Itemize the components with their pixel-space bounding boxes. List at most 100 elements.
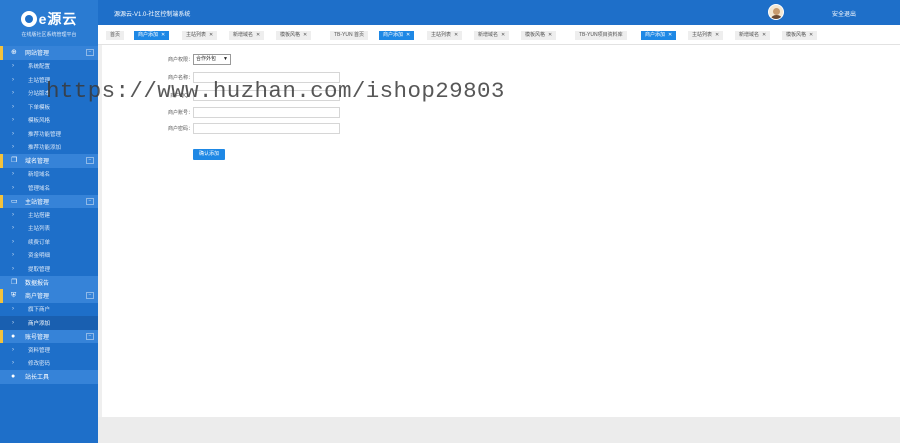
close-icon[interactable]: ✕: [548, 32, 552, 38]
sidebar-item[interactable]: › 新增域名: [0, 168, 98, 182]
tab-tbyun-library[interactable]: TB-YUN项目资料库: [575, 31, 627, 40]
user-icon: ●: [11, 373, 16, 381]
close-icon[interactable]: ✕: [762, 32, 766, 38]
chevron-right-icon: ›: [12, 265, 14, 272]
sidebar-group-merchant[interactable]: ⛨ 商户管理 −: [0, 289, 98, 303]
form-row-account: 商户账号：: [102, 107, 502, 119]
top-header: 源源云-V1.0-社区控制端系统 安全退出: [98, 0, 900, 25]
chevron-right-icon: ›: [12, 103, 14, 110]
tab-tbyun-home[interactable]: TB-YUN 首页: [330, 31, 369, 40]
close-icon[interactable]: ✕: [454, 32, 458, 38]
logout-link[interactable]: 安全退出: [832, 9, 856, 18]
permission-label: 商户权限：: [167, 57, 193, 63]
brand-slogan: 在线版社区系统管理平台: [21, 31, 77, 38]
sidebar-group-site[interactable]: ⊕ 网站管理 −: [0, 46, 98, 60]
sidebar: e源云 在线版社区系统管理平台 ⊕ 网站管理 − › 系统配置 › 主站管理 › 分站…: [0, 0, 98, 443]
close-icon[interactable]: ✕: [668, 32, 672, 38]
sidebar-item-active[interactable]: › 商户添加: [0, 316, 98, 330]
close-icon[interactable]: ✕: [209, 32, 213, 38]
permission-select[interactable]: 合作外包 ▼: [193, 54, 231, 65]
tab-merchant-add[interactable]: 商户添加 ✕: [379, 31, 415, 40]
tab-merchant-add[interactable]: 商户添加 ✕: [641, 31, 677, 40]
chevron-right-icon: ›: [12, 319, 14, 326]
tab-merchant-add[interactable]: 商户添加 ✕: [134, 31, 170, 40]
tab-home[interactable]: 首页: [106, 31, 125, 40]
sidebar-group-account[interactable]: ● 账号管理 −: [0, 329, 98, 343]
collapse-toggle-icon[interactable]: −: [86, 197, 94, 205]
close-icon[interactable]: ✕: [161, 32, 165, 38]
footer-strip: [98, 417, 900, 443]
tab-bar: 首页 商户添加 ✕ 主站列表 ✕ 新增域名 ✕ 模板风格 ✕ TB-YUN 首页 商户添…: [98, 25, 900, 45]
close-icon[interactable]: ✕: [303, 32, 307, 38]
close-icon[interactable]: ✕: [809, 32, 813, 38]
account-label: 商户账号：: [167, 110, 193, 116]
sidebar-item[interactable]: › 推荐功能添加: [0, 141, 98, 155]
sidebar-item[interactable]: › 主站列表: [0, 222, 98, 236]
tab-new-domain[interactable]: 新增域名 ✕: [474, 31, 510, 40]
merchant-account-input[interactable]: [193, 107, 340, 118]
sidebar-group-mainsite[interactable]: ▭ 主站管理 −: [0, 194, 98, 208]
close-icon[interactable]: ✕: [715, 32, 719, 38]
tab-site-list[interactable]: 主站列表 ✕: [427, 31, 463, 40]
sidebar-item[interactable]: › 主站搭建: [0, 208, 98, 222]
sidebar-item[interactable]: › 系统配置: [0, 60, 98, 74]
tab-template-style[interactable]: 模板风格 ✕: [276, 31, 312, 40]
chevron-right-icon: ›: [12, 238, 14, 245]
sidebar-item[interactable]: › 模板风格: [0, 114, 98, 128]
avatar[interactable]: [768, 4, 784, 20]
chevron-right-icon: ›: [12, 306, 14, 313]
close-icon[interactable]: ✕: [406, 32, 410, 38]
confirm-add-button[interactable]: 确认添加: [193, 149, 225, 160]
shield-icon: ⛨: [11, 292, 17, 300]
chevron-right-icon: ›: [12, 184, 14, 191]
sidebar-item[interactable]: › 旗下商户: [0, 303, 98, 317]
sidebar-group-domain[interactable]: ❐ 域名管理 −: [0, 154, 98, 168]
chevron-right-icon: ›: [12, 171, 14, 178]
brand-name: e源云: [38, 10, 78, 27]
sidebar-item[interactable]: › 续费订单: [0, 235, 98, 249]
brand-logo: e源云 在线版社区系统管理平台: [0, 0, 98, 46]
merchant-password-input[interactable]: [193, 123, 340, 134]
copy-icon: ❐: [11, 157, 18, 165]
form-row-permission: 商户权限： 合作外包 ▼: [102, 54, 502, 66]
sidebar-item[interactable]: › 修改密码: [0, 357, 98, 371]
sidebar-group-tools[interactable]: ● 站长工具: [0, 370, 98, 384]
tab-new-domain[interactable]: 新增域名 ✕: [735, 31, 771, 40]
chevron-right-icon: ›: [12, 252, 14, 259]
monitor-icon: ▭: [11, 197, 18, 205]
collapse-toggle-icon[interactable]: −: [86, 49, 94, 56]
sidebar-item[interactable]: › 推荐功能管理: [0, 127, 98, 141]
chevron-right-icon: ›: [12, 225, 14, 232]
form-row-password: 商户密码：: [102, 123, 502, 135]
user-icon: ●: [11, 332, 16, 340]
tab-site-list[interactable]: 主站列表 ✕: [182, 31, 218, 40]
chevron-right-icon: ›: [12, 76, 14, 83]
globe-icon: ⊕: [11, 49, 17, 57]
caret-down-icon: ▼: [223, 56, 228, 62]
watermark-text: https://www.huzhan.com/ishop29803: [46, 78, 505, 104]
tab-new-domain[interactable]: 新增域名 ✕: [229, 31, 265, 40]
collapse-toggle-icon[interactable]: −: [86, 292, 94, 299]
chevron-right-icon: ›: [12, 130, 14, 137]
sidebar-item[interactable]: › 管理域名: [0, 181, 98, 195]
close-icon[interactable]: ✕: [501, 32, 505, 38]
copy-icon: ❐: [11, 278, 18, 286]
sidebar-group-report[interactable]: ❐ 数据报告: [0, 275, 98, 289]
sidebar-item[interactable]: › 资金明细: [0, 249, 98, 263]
chevron-right-icon: ›: [12, 117, 14, 124]
app-title: 源源云-V1.0-社区控制端系统: [114, 12, 191, 18]
logo-mark-icon: [20, 10, 37, 27]
password-label: 商户密码：: [167, 126, 193, 132]
collapse-toggle-icon[interactable]: −: [86, 332, 94, 340]
sidebar-item[interactable]: › 提取管理: [0, 262, 98, 276]
collapse-toggle-icon[interactable]: −: [86, 157, 94, 164]
tab-template-style[interactable]: 模板风格 ✕: [521, 31, 557, 40]
close-icon[interactable]: ✕: [256, 32, 260, 38]
tab-site-list[interactable]: 主站列表 ✕: [688, 31, 724, 40]
chevron-right-icon: ›: [12, 63, 14, 70]
sidebar-item[interactable]: › 资料管理: [0, 343, 98, 357]
chevron-right-icon: ›: [12, 144, 14, 151]
tab-template-style[interactable]: 模板风格 ✕: [782, 31, 818, 40]
chevron-right-icon: ›: [12, 211, 14, 218]
chevron-right-icon: ›: [12, 346, 14, 353]
